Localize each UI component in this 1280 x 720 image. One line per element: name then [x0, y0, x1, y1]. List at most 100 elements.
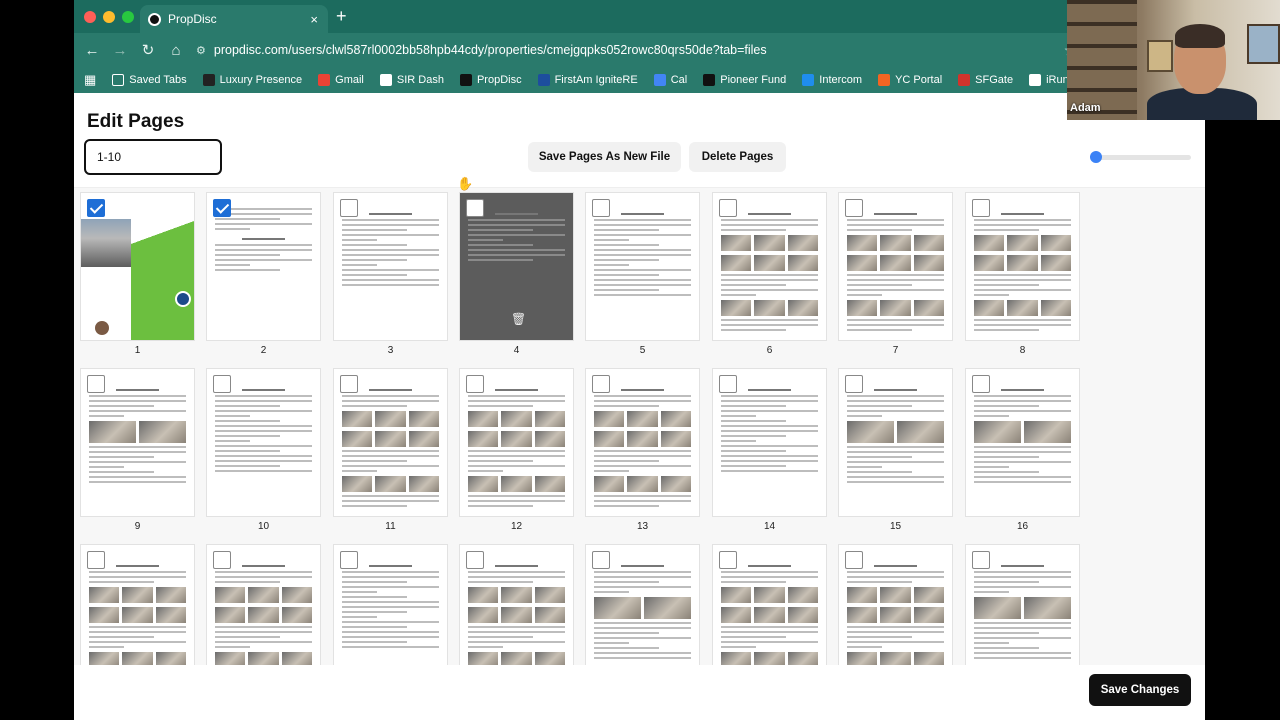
page-preview[interactable] [460, 369, 573, 516]
page-thumbnail-card[interactable] [207, 545, 320, 665]
page-thumbnail-card[interactable] [966, 545, 1079, 665]
page-select-checkbox[interactable] [972, 375, 990, 393]
page-thumbnail-card[interactable]: 1 [81, 193, 194, 356]
page-thumbnail-card[interactable]: 7 [839, 193, 952, 356]
close-window-button[interactable] [84, 11, 96, 23]
page-thumbnail-card[interactable] [460, 545, 573, 665]
bookmark-propdisc[interactable]: PropDisc [459, 74, 522, 86]
minimize-window-button[interactable] [103, 11, 115, 23]
page-preview[interactable] [966, 193, 1079, 340]
page-thumbnail-card[interactable] [334, 545, 447, 665]
tab-propdisc[interactable]: PropDisc × [140, 5, 328, 33]
bookmark-cal[interactable]: Cal [653, 74, 687, 86]
page-preview[interactable] [586, 369, 699, 516]
address-bar[interactable]: ⚙ propdisc.com/users/clwl587rl0002bb58hp… [196, 36, 1047, 64]
page-select-checkbox[interactable] [972, 551, 990, 569]
page-select-checkbox[interactable] [592, 551, 610, 569]
page-preview[interactable] [334, 545, 447, 665]
page-select-checkbox[interactable] [340, 551, 358, 569]
page-thumbnail-card[interactable]: 2 [207, 193, 320, 356]
page-preview[interactable] [966, 545, 1079, 665]
site-info-icon[interactable]: ⚙ [196, 44, 206, 57]
bookmark-gmail[interactable]: Gmail [318, 74, 364, 86]
page-select-checkbox[interactable] [845, 551, 863, 569]
page-select-checkbox[interactable] [340, 199, 358, 217]
page-select-checkbox[interactable] [213, 199, 231, 217]
bookmark-intercom[interactable]: Intercom [802, 74, 862, 86]
zoom-slider-thumb[interactable] [1090, 151, 1102, 163]
page-select-checkbox[interactable] [87, 375, 105, 393]
page-thumbnail-card[interactable]: 10 [207, 369, 320, 532]
page-thumbnail-card[interactable]: 12 [460, 369, 573, 532]
page-thumbnail-card[interactable]: 15 [839, 369, 952, 532]
back-arrow-icon[interactable]: ← [78, 36, 106, 64]
apps-grid-icon[interactable]: ▦ [84, 72, 96, 88]
bookmark-saved-tabs[interactable]: Saved Tabs [112, 74, 187, 86]
page-preview[interactable] [460, 545, 573, 665]
page-select-checkbox[interactable] [466, 375, 484, 393]
bookmark-sfgate[interactable]: SFGate [958, 74, 1013, 86]
page-select-checkbox[interactable] [340, 375, 358, 393]
page-preview[interactable] [713, 193, 826, 340]
bookmark-yc-portal[interactable]: YC Portal [878, 74, 942, 86]
page-preview[interactable] [207, 369, 320, 516]
page-select-checkbox[interactable] [87, 551, 105, 569]
page-select-checkbox[interactable] [845, 375, 863, 393]
page-range-input[interactable] [84, 139, 222, 175]
page-thumbnail-card[interactable]: 5 [586, 193, 699, 356]
page-preview[interactable] [966, 369, 1079, 516]
page-preview[interactable] [334, 193, 447, 340]
reload-icon[interactable]: ↻ [134, 36, 162, 64]
page-thumbnail-card[interactable]: 6 [713, 193, 826, 356]
page-preview[interactable] [207, 545, 320, 665]
page-preview[interactable] [839, 545, 952, 665]
page-select-checkbox[interactable] [845, 199, 863, 217]
bookmark-sir-dash[interactable]: SIR Dash [379, 74, 444, 86]
page-thumbnail-card[interactable]: 8 [966, 193, 1079, 356]
zoom-slider[interactable] [1090, 151, 1191, 163]
page-thumbnail-card[interactable] [839, 545, 952, 665]
page-thumbnail-card[interactable]: 🗑 4 [460, 193, 573, 356]
page-thumbnail-card[interactable] [713, 545, 826, 665]
page-thumbnail-card[interactable]: 11 [334, 369, 447, 532]
page-preview[interactable] [81, 193, 194, 340]
page-select-checkbox[interactable] [719, 199, 737, 217]
page-thumbnail-card[interactable] [586, 545, 699, 665]
trash-icon[interactable]: 🗑 [511, 313, 526, 326]
bookmark-luxury-presence[interactable]: Luxury Presence [202, 74, 302, 86]
page-select-checkbox[interactable] [87, 199, 105, 217]
page-preview[interactable] [586, 545, 699, 665]
page-thumbnail-card[interactable] [81, 545, 194, 665]
delete-pages-button[interactable]: Delete Pages [689, 142, 786, 172]
page-preview[interactable] [839, 193, 952, 340]
home-icon[interactable]: ⌂ [162, 36, 190, 64]
save-pages-as-new-file-button[interactable]: Save Pages As New File [528, 142, 681, 172]
page-preview[interactable] [586, 193, 699, 340]
save-changes-button[interactable]: Save Changes [1089, 674, 1191, 706]
page-select-checkbox[interactable] [466, 551, 484, 569]
page-select-checkbox[interactable] [719, 551, 737, 569]
maximize-window-button[interactable] [122, 11, 134, 23]
page-select-checkbox[interactable] [213, 551, 231, 569]
page-select-checkbox[interactable] [972, 199, 990, 217]
page-thumbnail-card[interactable]: 3 [334, 193, 447, 356]
page-select-checkbox[interactable] [592, 199, 610, 217]
page-thumbnail-card[interactable]: 14 [713, 369, 826, 532]
tab-close-button[interactable]: × [310, 12, 318, 27]
page-preview[interactable] [713, 369, 826, 516]
bookmark-firstam-ignitere[interactable]: FirstAm IgniteRE [537, 74, 638, 86]
page-thumbnail-card[interactable]: 9 [81, 369, 194, 532]
page-preview[interactable] [207, 193, 320, 340]
forward-arrow-icon[interactable]: → [106, 36, 134, 64]
page-preview[interactable] [713, 545, 826, 665]
page-select-checkbox[interactable] [592, 375, 610, 393]
page-preview[interactable]: 🗑 [460, 193, 573, 340]
page-preview[interactable] [81, 545, 194, 665]
page-thumbnail-card[interactable]: 13 [586, 369, 699, 532]
new-tab-button[interactable]: + [336, 6, 347, 27]
page-select-checkbox[interactable] [719, 375, 737, 393]
page-thumbnail-card[interactable]: 16 [966, 369, 1079, 532]
page-preview[interactable] [334, 369, 447, 516]
page-preview[interactable] [81, 369, 194, 516]
bookmark-pioneer-fund[interactable]: Pioneer Fund [703, 74, 786, 86]
